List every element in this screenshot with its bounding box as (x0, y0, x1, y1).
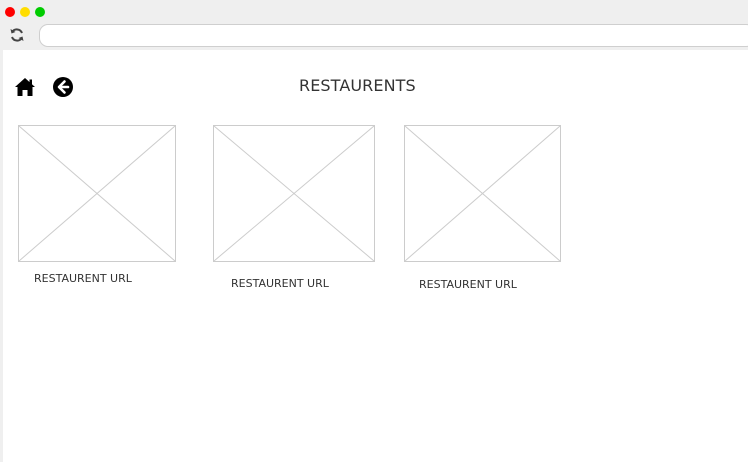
home-icon[interactable] (14, 77, 36, 97)
reload-icon[interactable] (9, 27, 25, 43)
minimize-window-button[interactable] (20, 7, 30, 17)
browser-chrome (0, 0, 748, 50)
restaurant-url-link[interactable]: RESTAURENT URL (34, 272, 132, 285)
restaurant-image-placeholder[interactable] (404, 125, 561, 262)
restaurant-image-placeholder[interactable] (18, 125, 176, 262)
restaurant-url-link[interactable]: RESTAURENT URL (419, 278, 517, 291)
address-bar[interactable] (39, 24, 748, 47)
arrow-left-circle-icon[interactable] (52, 76, 74, 98)
window-controls (5, 7, 45, 17)
maximize-window-button[interactable] (35, 7, 45, 17)
restaurant-image-placeholder[interactable] (213, 125, 375, 262)
page-title: RESTAURENTS (299, 76, 416, 95)
close-window-button[interactable] (5, 7, 15, 17)
restaurant-url-link[interactable]: RESTAURENT URL (231, 277, 329, 290)
restaurants-page: RESTAURENTS RESTAURENT URL RESTAURENT UR… (0, 50, 748, 462)
